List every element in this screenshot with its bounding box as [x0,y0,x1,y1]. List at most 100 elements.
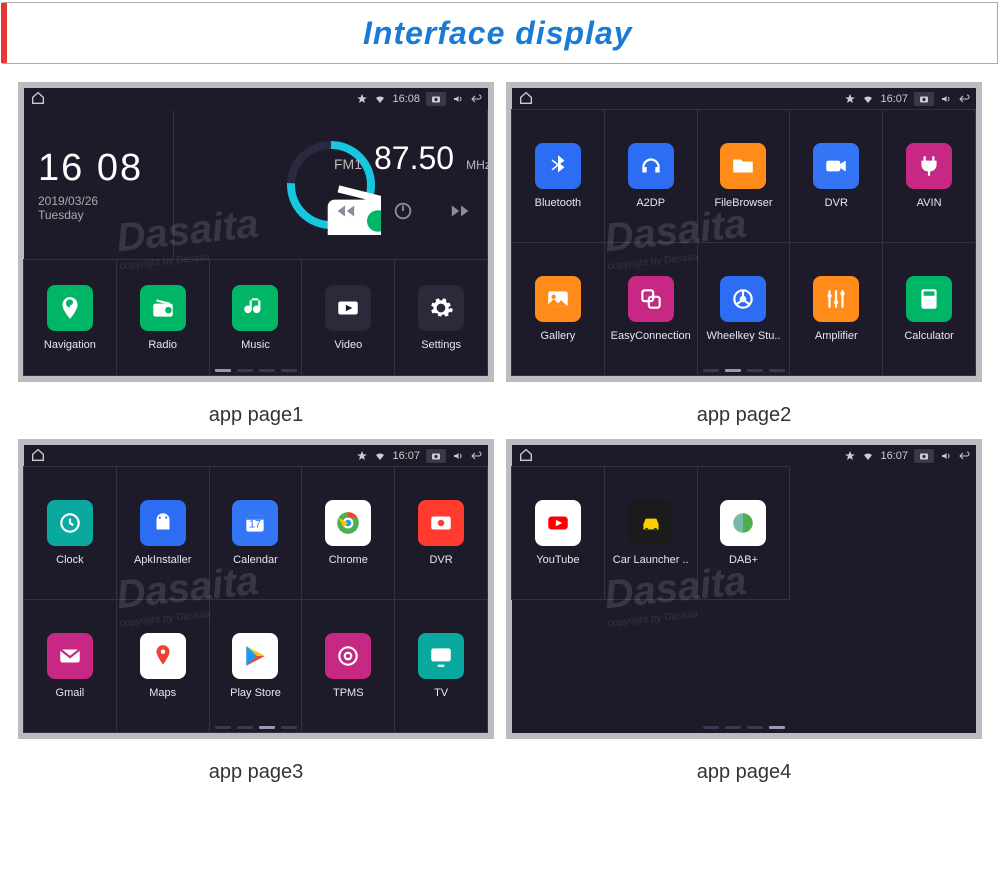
headset-icon [628,143,674,189]
clock-date: 2019/03/26 [38,194,173,208]
app-tile-avin[interactable]: AVIN [882,109,976,243]
camera-chip[interactable] [914,92,934,106]
app-tile-label: Settings [421,339,461,351]
camera-chip[interactable] [914,449,934,463]
location-icon [844,450,856,462]
app-tile-apkinstall[interactable]: ApkInstaller [116,466,210,600]
radio-band: FM1 [334,156,362,172]
empty-tile [604,599,698,733]
screen-3: 16:07 Clock ApkInstaller 17 Calendar [18,439,494,739]
app-tile-label: Video [334,339,362,351]
app-tile-dvr[interactable]: DVR [789,109,883,243]
empty-tile [789,599,883,733]
camera-chip[interactable] [426,92,446,106]
panel-caption: app page4 [506,761,982,784]
home-icon[interactable] [30,90,46,109]
camera-chip[interactable] [426,449,446,463]
app-tile-calendar[interactable]: 17 Calendar [209,466,303,600]
page-indicator [512,369,976,372]
app-tile-label: Bluetooth [535,197,581,209]
empty-tile [697,599,791,733]
status-bar: 16:07 [24,445,488,467]
chrome-icon [325,500,371,546]
app-tile-clock[interactable]: Clock [23,466,117,600]
location-icon [356,93,368,105]
app-tile-tpms[interactable]: TPMS [301,599,395,733]
app-tile-label: Car Launcher .. [613,554,689,566]
screen-4: 16:07 YouTube Car Launcher .. DAB+ [506,439,982,739]
back-icon[interactable] [470,450,482,462]
volume-icon[interactable] [452,450,464,462]
app-tile-label: Radio [148,339,177,351]
app-tile-music[interactable]: Music [209,259,303,376]
app-tile-carlauncher[interactable]: Car Launcher .. [604,466,698,600]
page-indicator [24,369,488,372]
sliders-icon [813,276,859,322]
calendar-icon: 17 [232,500,278,546]
panel-caption: app page2 [506,404,982,427]
clock-day: Tuesday [38,208,173,222]
status-time: 16:07 [880,450,908,462]
app-tile-label: DVR [429,554,452,566]
wifi-icon [374,93,386,105]
status-bar: 16:08 [24,88,488,110]
plug-icon [906,143,952,189]
radio-widget[interactable]: FM1 87.50 MHz [174,110,488,259]
app-tile-bluetooth[interactable]: Bluetooth [511,109,605,243]
prev-track-icon[interactable] [334,200,356,227]
back-icon[interactable] [958,450,970,462]
android-icon [140,500,186,546]
wifi-icon [862,450,874,462]
volume-icon[interactable] [940,93,952,105]
app-tile-amplifier[interactable]: Amplifier [789,242,883,376]
app-tile-chrome[interactable]: Chrome [301,466,395,600]
app-tile-calculator[interactable]: Calculator [882,242,976,376]
app-tile-maps[interactable]: Maps [116,599,210,733]
clock-widget[interactable]: 16 08 2019/03/26 Tuesday [24,110,174,259]
wheel-icon [720,276,766,322]
accent-stripe [1,3,7,63]
back-icon[interactable] [470,93,482,105]
screen-1: 16:08 16 08 2019/03/26 Tuesday [18,82,494,382]
app-tile-radio[interactable]: Radio [116,259,210,376]
dab-icon [720,500,766,546]
tire-icon [325,633,371,679]
radio-unit: MHz [466,158,491,172]
link-icon [628,276,674,322]
mail-icon [47,633,93,679]
app-tile-settings[interactable]: Settings [394,259,488,376]
app-tile-youtube[interactable]: YouTube [511,466,605,600]
location-icon [356,450,368,462]
home-icon[interactable] [518,447,534,466]
app-tile-dvr2[interactable]: DVR [394,466,488,600]
wifi-icon [374,450,386,462]
app-tile-gmail[interactable]: Gmail [23,599,117,733]
app-tile-wheelkey[interactable]: Wheelkey Stu.. [697,242,791,376]
power-icon[interactable] [392,200,414,227]
app-tile-navigation[interactable]: Navigation [23,259,117,376]
empty-tile [789,466,883,600]
volume-icon[interactable] [452,93,464,105]
app-tile-video[interactable]: Video [301,259,395,376]
app-tile-dabplus[interactable]: DAB+ [697,466,791,600]
home-icon[interactable] [30,447,46,466]
volume-icon[interactable] [940,450,952,462]
location-icon [844,93,856,105]
app-tile-label: Chrome [329,554,368,566]
app-tile-a2dp[interactable]: A2DP [604,109,698,243]
app-tile-easyconn[interactable]: EasyConnection [604,242,698,376]
clock-icon [47,500,93,546]
status-time: 16:07 [880,93,908,105]
app-tile-gallery[interactable]: Gallery [511,242,605,376]
app-tile-label: Music [241,339,270,351]
app-tile-tv[interactable]: TV [394,599,488,733]
status-time: 16:07 [392,450,420,462]
next-track-icon[interactable] [450,200,472,227]
home-icon[interactable] [518,90,534,109]
app-tile-label: Gallery [540,330,575,342]
back-icon[interactable] [958,93,970,105]
app-tile-playstore[interactable]: Play Store [209,599,303,733]
wifi-icon [862,93,874,105]
app-tile-filebrowser[interactable]: FileBrowser [697,109,791,243]
app-tile-label: DAB+ [729,554,758,566]
